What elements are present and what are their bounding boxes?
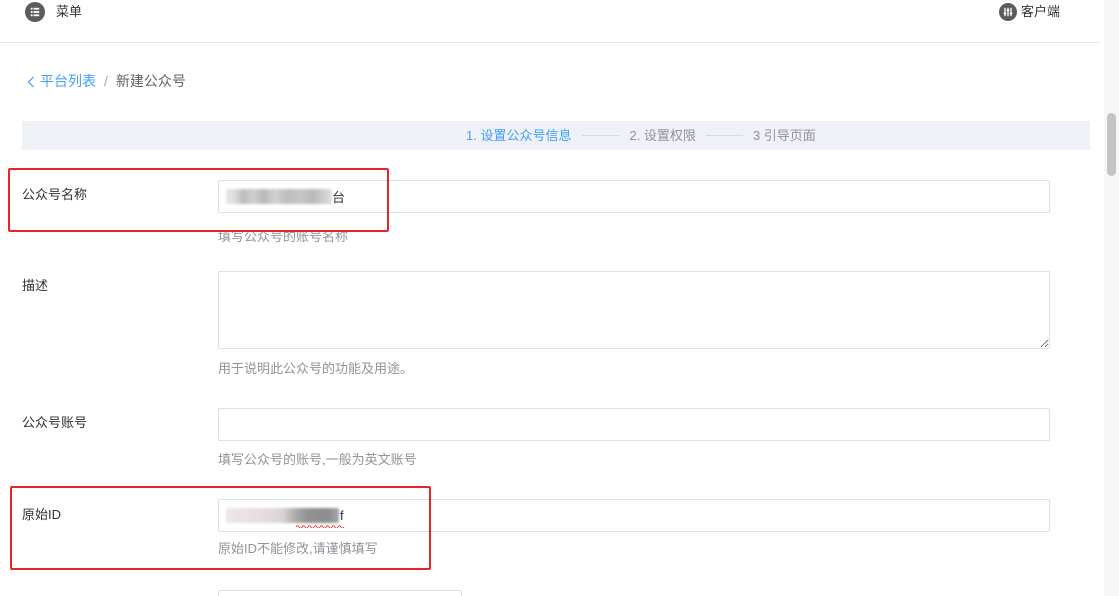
breadcrumb-back-link[interactable]: 平台列表 xyxy=(27,73,96,89)
scrollbar-thumb[interactable] xyxy=(1107,113,1116,176)
account-id-label: 公众号账号 xyxy=(22,415,88,430)
menu-label: 菜单 xyxy=(56,4,83,19)
menu-toggle[interactable]: 菜单 xyxy=(25,2,82,22)
step-connector xyxy=(705,135,743,136)
original-id-help: 原始ID不能修改,请谨慎填写 xyxy=(218,541,378,556)
steps: 1. 设置公众号信息 2. 设置权限 3 引导页面 xyxy=(466,121,816,150)
client-link[interactable]: 客户端 xyxy=(999,3,1060,21)
step-set-permissions: 2. 设置权限 xyxy=(629,127,696,143)
step-connector xyxy=(582,135,620,136)
breadcrumb-separator: / xyxy=(104,73,108,89)
description-label: 描述 xyxy=(22,278,49,293)
next-field-input[interactable] xyxy=(218,590,462,596)
vertical-scrollbar[interactable] xyxy=(1104,0,1119,596)
breadcrumb: 平台列表 / 新建公众号 xyxy=(27,73,186,89)
steps-bar: 1. 设置公众号信息 2. 设置权限 3 引导页面 xyxy=(22,121,1090,150)
breadcrumb-parent: 平台列表 xyxy=(40,73,96,89)
menu-list-icon xyxy=(25,2,45,22)
account-name-label: 公众号名称 xyxy=(22,187,88,202)
original-id-label: 原始ID xyxy=(22,507,62,522)
sliders-icon xyxy=(999,3,1017,21)
chevron-left-icon xyxy=(27,75,35,88)
client-label: 客户端 xyxy=(1021,4,1061,19)
step-guide-page: 3 引导页面 xyxy=(752,127,816,143)
account-id-help: 填写公众号的账号,一般为英文账号 xyxy=(218,452,417,467)
description-help: 用于说明此公众号的功能及用途。 xyxy=(218,361,414,376)
account-name-input[interactable] xyxy=(218,180,1050,213)
account-id-input[interactable] xyxy=(218,408,1050,441)
description-textarea[interactable] xyxy=(218,271,1050,349)
step-set-account-info: 1. 设置公众号信息 xyxy=(466,127,572,143)
original-id-input[interactable] xyxy=(218,499,1050,532)
breadcrumb-current: 新建公众号 xyxy=(115,73,186,89)
top-header: 菜单 客户端 xyxy=(0,0,1100,43)
account-name-help: 填写公众号的账号名称 xyxy=(218,229,349,244)
